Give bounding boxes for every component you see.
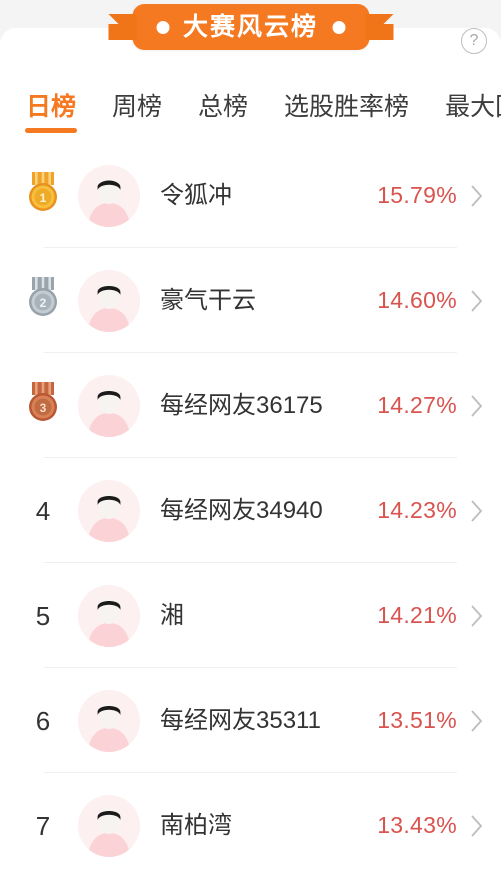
table-row[interactable]: 5 湘 14.21% <box>0 563 501 668</box>
return-value: 14.23% <box>377 497 457 523</box>
chevron-right-icon[interactable] <box>471 184 483 207</box>
chevron-right-icon[interactable] <box>471 394 483 417</box>
avatar <box>78 689 140 752</box>
rank-cell: 7 <box>14 813 72 839</box>
tab-win-rate[interactable]: 选股胜率榜 <box>284 91 409 120</box>
table-row[interactable]: 1 令狐冲 15.79% <box>0 143 501 248</box>
chevron-right-icon[interactable] <box>471 289 483 312</box>
chevron-right-icon[interactable] <box>471 604 483 627</box>
table-row[interactable]: 3 每经网友36175 14.27% <box>0 353 501 458</box>
tab-weekly-label: 周榜 <box>112 93 163 121</box>
rank-number: 6 <box>35 705 51 736</box>
tab-max-drawdown-label: 最大回撤 <box>445 93 501 121</box>
rank-cell: 4 <box>14 498 72 524</box>
return-value: 14.21% <box>377 602 457 628</box>
banner-title: 大赛风云榜 <box>182 12 319 41</box>
tab-total-label: 总榜 <box>198 93 249 121</box>
table-row[interactable]: 6 每经网友35311 13.51% <box>0 668 501 773</box>
rank-cell: 3 <box>14 381 72 430</box>
user-name: 每经网友35311 <box>160 706 321 734</box>
rank-cell: 5 <box>14 603 72 629</box>
help-icon[interactable]: ? <box>461 28 487 54</box>
chevron-right-icon[interactable] <box>471 709 483 732</box>
return-value: 13.43% <box>377 812 457 838</box>
chevron-right-icon[interactable] <box>471 814 483 837</box>
rank-cell: 6 <box>14 708 72 734</box>
avatar <box>78 374 140 437</box>
gold-medal-icon: 1 <box>25 171 61 220</box>
rank-number: 5 <box>35 600 51 631</box>
table-row[interactable]: 4 每经网友34940 14.23% <box>0 458 501 563</box>
ranking-list: 1 令狐冲 15.79% 2 豪气干云 14.60% 3 每经网友36175 1… <box>0 143 501 879</box>
leaderboard-card: 日榜 周榜 总榜 选股胜率榜 最大回撤 <box>0 28 501 879</box>
avatar <box>78 269 140 332</box>
return-value: 14.60% <box>377 287 457 313</box>
svg-text:3: 3 <box>40 401 47 415</box>
banner-dot-right-icon <box>332 20 346 34</box>
return-value: 13.51% <box>377 707 457 733</box>
tab-max-drawdown[interactable]: 最大回撤 <box>445 91 501 120</box>
avatar <box>78 164 140 227</box>
rank-cell: 2 <box>14 276 72 325</box>
table-row[interactable]: 7 南柏湾 13.43% <box>0 773 501 878</box>
tab-win-rate-label: 选股胜率榜 <box>284 93 410 121</box>
avatar <box>78 479 140 542</box>
rank-number: 7 <box>35 810 51 841</box>
return-value: 15.79% <box>377 182 457 208</box>
svg-text:2: 2 <box>40 296 47 310</box>
tab-daily[interactable]: 日榜 <box>25 91 77 133</box>
tab-daily-label: 日榜 <box>26 93 77 121</box>
user-name: 豪气干云 <box>160 286 256 314</box>
user-name: 南柏湾 <box>160 811 232 839</box>
banner-dot-left-icon <box>155 20 169 34</box>
avatar <box>78 794 140 857</box>
user-name: 令狐冲 <box>160 181 232 209</box>
tab-bar: 日榜 周榜 总榜 选股胜率榜 最大回撤 <box>0 91 501 143</box>
chevron-right-icon[interactable] <box>471 499 483 522</box>
silver-medal-icon: 2 <box>25 276 61 325</box>
rank-cell: 1 <box>14 171 72 220</box>
tab-weekly[interactable]: 周榜 <box>112 91 162 120</box>
rank-number: 4 <box>35 495 51 526</box>
table-row[interactable]: 2 豪气干云 14.60% <box>0 248 501 353</box>
tab-active-underline <box>25 128 77 133</box>
tab-total[interactable]: 总榜 <box>198 91 248 120</box>
user-name: 每经网友36175 <box>160 391 323 419</box>
return-value: 14.27% <box>377 392 457 418</box>
user-name: 每经网友34940 <box>160 496 323 524</box>
contest-banner: 大赛风云榜 <box>107 4 394 50</box>
avatar <box>78 584 140 647</box>
bronze-medal-icon: 3 <box>25 381 61 430</box>
svg-text:1: 1 <box>40 191 47 205</box>
user-name: 湘 <box>160 601 184 629</box>
